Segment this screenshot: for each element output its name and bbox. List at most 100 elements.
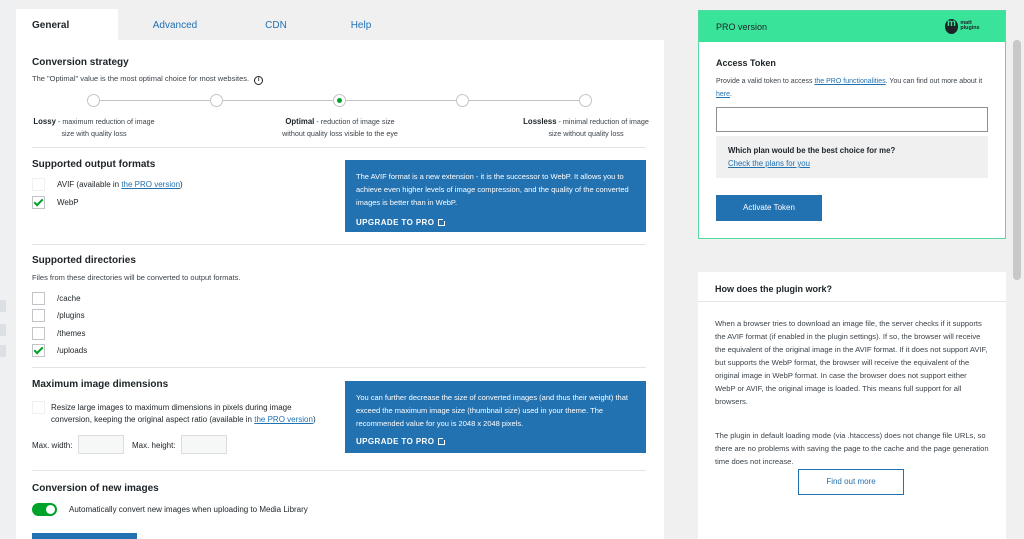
max-height-label: Max. height:: [132, 441, 176, 450]
directory-checkbox-cache[interactable]: [32, 292, 45, 305]
webp-checkbox[interactable]: [32, 196, 45, 209]
max-width-input[interactable]: [78, 435, 124, 454]
left-edge-strip: [0, 0, 14, 539]
find-out-more-button[interactable]: Find out more: [798, 469, 904, 495]
how-paragraph-1: When a browser tries to download an imag…: [715, 319, 988, 406]
resize-text-2: conversion, keeping the original aspect …: [51, 415, 255, 424]
new-images-title: Conversion of new images: [32, 483, 159, 494]
lossy-desc-2: size with quality loss: [61, 129, 127, 138]
level-5-radio[interactable]: [579, 94, 592, 107]
max-dimensions-title: Maximum image dimensions: [32, 379, 169, 390]
tab-general-settings[interactable]: General Settings: [16, 9, 118, 64]
logo-mark-icon: [945, 18, 959, 34]
max-height-input[interactable]: [181, 435, 227, 454]
access-desc-2: . You can find out more about it: [885, 78, 983, 85]
avif-info-text: The AVIF format is a new extension - it …: [356, 172, 629, 207]
conversion-strategy-title: Conversion strategy: [32, 57, 129, 68]
lossless-name: Lossless: [523, 117, 557, 126]
how-plugin-works-title: How does the plugin work?: [715, 284, 832, 294]
lossy-desc: - maximum reduction of image: [55, 117, 155, 126]
section-divider: [32, 147, 646, 148]
upgrade-label: UPGRADE TO PRO: [356, 218, 435, 227]
optimal-option-label: Optimal - reduction of image size withou…: [270, 116, 410, 140]
upgrade-to-pro-link[interactable]: UPGRADE TO PRO: [356, 435, 635, 448]
directory-checkbox-uploads[interactable]: [32, 344, 45, 357]
avif-label-close: ): [180, 180, 183, 189]
activate-token-button[interactable]: Activate Token: [716, 195, 822, 221]
general-settings-panel: Conversion strategy The "Optimal" value …: [16, 40, 664, 539]
tab-help-center[interactable]: Help Center: [320, 9, 402, 64]
save-changes-button[interactable]: [32, 533, 137, 539]
level-3-radio[interactable]: [333, 94, 346, 107]
tab-advanced-settings[interactable]: Advanced Settings: [118, 9, 232, 64]
how-plugin-works-panel: How does the plugin work? When a browser…: [698, 272, 1006, 539]
level-1-radio[interactable]: [87, 94, 100, 107]
webp-label: WebP: [57, 198, 79, 207]
pro-version-header: PRO version matt plugins: [699, 11, 1005, 42]
avif-pro-link[interactable]: the PRO version: [121, 180, 180, 189]
plan-choice-box: Which plan would be the best choice for …: [716, 136, 988, 178]
access-token-input[interactable]: [716, 107, 988, 132]
external-link-icon: [438, 436, 448, 445]
avif-checkbox[interactable]: [32, 178, 45, 191]
section-divider: [32, 470, 646, 471]
info-icon[interactable]: i: [254, 76, 264, 85]
supported-directories-title: Supported directories: [32, 255, 136, 266]
plan-question: Which plan would be the best choice for …: [728, 146, 896, 155]
panel-divider: [698, 301, 1006, 302]
optimal-desc-2: without quality loss visible to the eye: [282, 129, 398, 138]
logo-text: matt plugins: [960, 19, 980, 31]
resize-label: Resize large images to maximum dimension…: [51, 402, 351, 426]
access-token-desc: Provide a valid token to access the PRO …: [716, 75, 996, 101]
level-2-radio[interactable]: [210, 94, 223, 107]
edge-nub: [0, 324, 6, 336]
directory-checkbox-plugins[interactable]: [32, 309, 45, 322]
directory-label-cache: /cache: [57, 294, 81, 303]
edge-nub: [0, 345, 6, 357]
access-token-title: Access Token: [716, 58, 776, 68]
avif-info-box: The AVIF format is a new extension - it …: [345, 160, 646, 232]
lossy-option-label: Lossy - maximum reduction of image size …: [24, 116, 164, 140]
here-link[interactable]: here: [716, 91, 730, 98]
pro-version-title: PRO version: [716, 22, 768, 32]
section-divider: [32, 367, 646, 368]
supported-directories-desc: Files from these directories will be con…: [32, 273, 241, 282]
directory-label-uploads: /uploads: [57, 346, 88, 355]
upgrade-label: UPGRADE TO PRO: [356, 437, 435, 446]
section-divider: [32, 244, 646, 245]
directory-label-plugins: /plugins: [57, 311, 85, 320]
resize-checkbox[interactable]: [32, 401, 45, 414]
resize-close: ): [312, 415, 316, 424]
max-width-label: Max. width:: [32, 441, 73, 450]
optimal-desc: - reduction of image size: [314, 117, 395, 126]
auto-convert-label: Automatically convert new images when up…: [69, 505, 308, 514]
settings-tabs: General Settings Advanced Settings CDN S…: [16, 9, 402, 64]
access-desc-3: .: [730, 91, 732, 98]
lossless-option-label: Lossless - minimal reduction of image si…: [516, 116, 656, 140]
lossless-desc-2: size without quality loss: [548, 129, 624, 138]
dimensions-info-text: You can further decrease the size of con…: [356, 393, 628, 428]
level-4-radio[interactable]: [456, 94, 469, 107]
conversion-strategy-hint: The "Optimal" value is the most optimal …: [32, 74, 264, 85]
scrollbar-thumb[interactable]: [1013, 40, 1021, 280]
lossless-desc: - minimal reduction of image: [556, 117, 649, 126]
page-scrollbar[interactable]: [1010, 0, 1024, 539]
output-formats-title: Supported output formats: [32, 159, 156, 170]
edge-nub: [0, 300, 6, 312]
conversion-hint-text: The "Optimal" value is the most optimal …: [32, 74, 250, 83]
access-desc-1: Provide a valid token to access: [716, 78, 815, 85]
resize-pro-link[interactable]: the PRO version: [254, 415, 313, 424]
lossy-name: Lossy: [33, 117, 56, 126]
check-plans-link[interactable]: Check the plans for you: [728, 159, 810, 168]
resize-text-1: Resize large images to maximum dimension…: [51, 403, 292, 412]
upgrade-to-pro-link[interactable]: UPGRADE TO PRO: [356, 216, 635, 229]
pro-functionalities-link[interactable]: the PRO functionalities: [814, 78, 885, 85]
pro-version-panel: PRO version matt plugins Access Token Pr…: [698, 10, 1006, 239]
matt-plugins-logo: matt plugins: [945, 17, 989, 35]
directory-checkbox-themes[interactable]: [32, 327, 45, 340]
directory-label-themes: /themes: [57, 329, 86, 338]
dimensions-info-box: You can further decrease the size of con…: [345, 381, 646, 453]
tab-cdn-settings[interactable]: CDN Settings: [232, 9, 320, 64]
auto-convert-toggle[interactable]: [32, 503, 57, 516]
external-link-icon: [438, 217, 448, 226]
